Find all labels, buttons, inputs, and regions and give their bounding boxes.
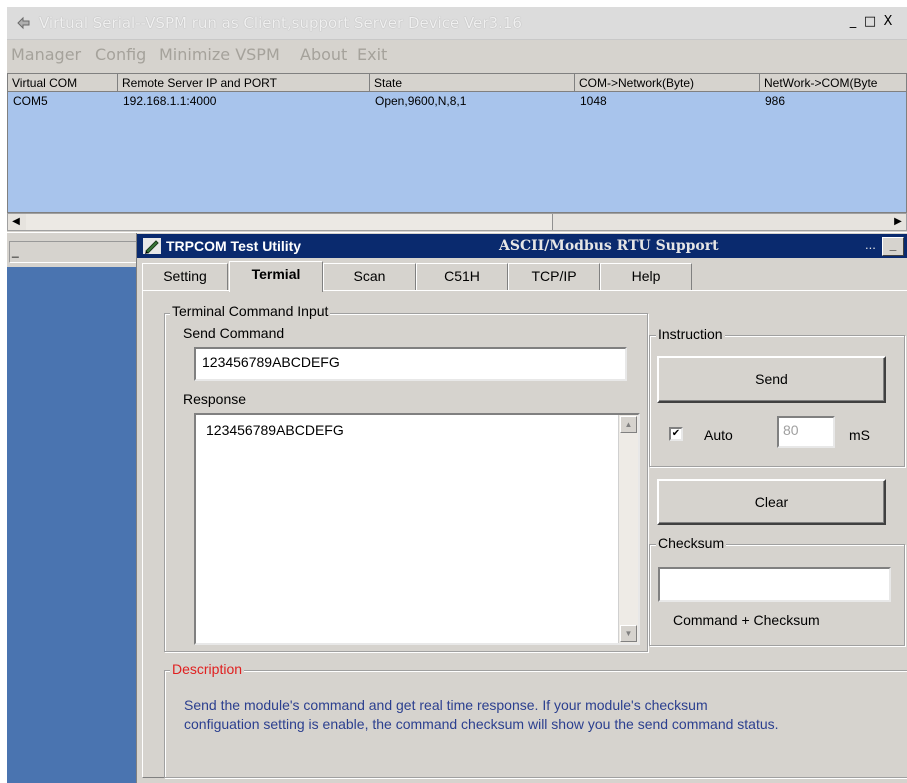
pen-icon — [143, 238, 161, 254]
minimize-button[interactable]: _ — [845, 15, 861, 31]
scroll-down-icon[interactable]: ▼ — [620, 625, 637, 642]
send-button[interactable]: Send — [657, 356, 886, 403]
column-header-state[interactable]: State — [370, 74, 575, 92]
auto-checkbox[interactable]: ✔ — [669, 427, 683, 441]
trpcom-title-bar[interactable]: TRPCOM Test Utility ASCII/Modbus RTU Sup… — [137, 234, 907, 258]
tab-scan[interactable]: Scan — [323, 263, 416, 290]
menu-exit[interactable]: Exit — [357, 45, 387, 64]
menu-about[interactable]: About — [300, 45, 347, 64]
auto-label: Auto — [704, 427, 733, 443]
instruction-group-label: Instruction — [656, 326, 725, 342]
interval-unit-label: mS — [849, 427, 870, 443]
response-textarea[interactable]: 123456789ABCDEFG ▲ ▼ — [194, 413, 640, 645]
maximize-button[interactable]: □ — [862, 15, 878, 31]
menu-manager[interactable]: Manager — [11, 45, 81, 64]
cell-virtual-com: COM5 — [13, 94, 48, 108]
cell-remote-server: 192.168.1.1:4000 — [123, 94, 217, 108]
vspm-title: Virtual Serial--VSPM run as Client,suppo… — [39, 14, 522, 32]
close-button[interactable]: X — [880, 15, 896, 31]
trpcom-title: TRPCOM Test Utility — [166, 238, 302, 254]
trpcom-minimize-button[interactable]: _ — [882, 237, 904, 256]
description-line-2: configuation setting is enable, the comm… — [184, 716, 779, 732]
network-icon — [16, 16, 32, 30]
horizontal-scrollbar[interactable]: ◀ ▶ — [7, 213, 907, 231]
terminal-group-label: Terminal Command Input — [170, 303, 331, 319]
column-header-com-network[interactable]: COM->Network(Byte) — [575, 74, 760, 92]
vspm-title-bar[interactable]: Virtual Serial--VSPM run as Client,suppo… — [7, 7, 907, 40]
menu-config[interactable]: Config — [95, 45, 146, 64]
vspm-menu-bar: Manager Config Minimize VSPM About Exit — [7, 40, 907, 70]
desktop-background — [7, 267, 136, 783]
column-header-virtual-com[interactable]: Virtual COM — [8, 74, 118, 92]
description-label: Description — [170, 661, 245, 677]
scroll-right-icon[interactable]: ▶ — [890, 214, 906, 230]
com-port-list[interactable]: Virtual COM Remote Server IP and PORT St… — [7, 73, 907, 213]
cell-com-network: 1048 — [580, 94, 607, 108]
title-overflow-dots: ... — [865, 237, 876, 252]
interval-input[interactable]: 80 — [777, 416, 835, 448]
cell-network-com: 986 — [765, 94, 786, 108]
column-header-remote-server[interactable]: Remote Server IP and PORT — [118, 74, 370, 92]
tab-help[interactable]: Help — [600, 263, 692, 290]
tab-termial[interactable]: Termial — [229, 261, 323, 292]
table-row[interactable]: COM5 192.168.1.1:4000 Open,9600,N,8,1 10… — [8, 92, 906, 212]
description-line-1: Send the module's command and get real t… — [184, 697, 708, 713]
scroll-left-icon[interactable]: ◀ — [8, 214, 24, 230]
column-header-network-com[interactable]: NetWork->COM(Byte — [760, 74, 906, 92]
response-scrollbar[interactable]: ▲ ▼ — [618, 415, 638, 643]
cell-state: Open,9600,N,8,1 — [375, 94, 467, 108]
response-text: 123456789ABCDEFG — [206, 422, 344, 438]
checksum-output[interactable] — [658, 567, 891, 602]
checksum-group-label: Checksum — [656, 535, 727, 551]
tab-tcp-ip[interactable]: TCP/IP — [508, 263, 600, 290]
tab-setting[interactable]: Setting — [142, 263, 228, 290]
trpcom-subtitle: ASCII/Modbus RTU Support — [499, 238, 719, 254]
status-panel: _ — [9, 241, 137, 263]
menu-minimize-vspm[interactable]: Minimize VSPM — [159, 45, 280, 64]
response-label: Response — [183, 391, 247, 407]
tab-c51h[interactable]: C51H — [416, 263, 508, 290]
checksum-caption: Command + Checksum — [673, 612, 820, 628]
send-command-input[interactable]: 123456789ABCDEFG — [194, 347, 627, 381]
send-command-label: Send Command — [183, 325, 285, 341]
scroll-up-icon[interactable]: ▲ — [620, 416, 637, 433]
clear-button[interactable]: Clear — [657, 479, 886, 525]
scroll-thumb[interactable] — [26, 214, 553, 230]
